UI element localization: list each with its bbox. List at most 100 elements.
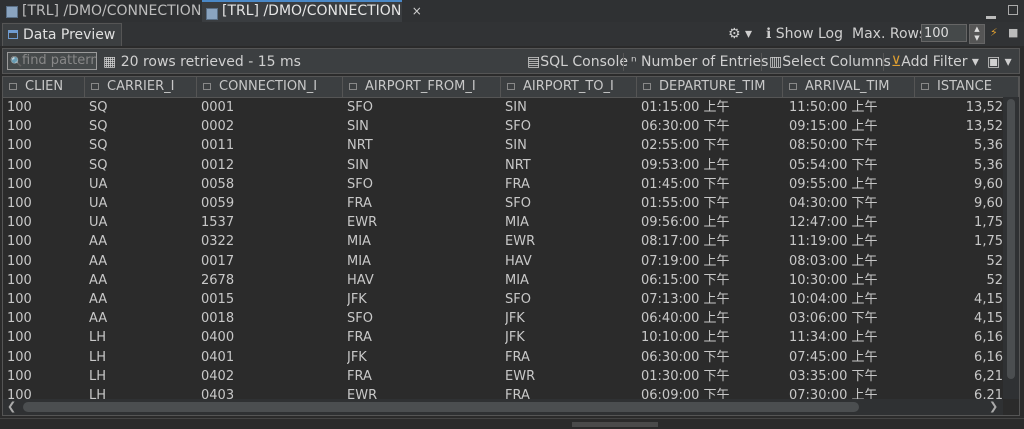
- table-cell[interactable]: 100: [7, 98, 77, 118]
- table-cell[interactable]: 100: [7, 213, 77, 233]
- table-cell[interactable]: 09:53:00 上午: [641, 156, 781, 176]
- table-cell[interactable]: 01:30:00 下午: [641, 367, 781, 387]
- table-cell[interactable]: LH: [89, 328, 189, 348]
- table-cell[interactable]: SQ: [89, 136, 189, 156]
- table-cell[interactable]: 11:50:00 上午: [789, 98, 909, 118]
- table-cell[interactable]: UA: [89, 194, 189, 214]
- table-cell[interactable]: EWR: [505, 367, 635, 387]
- table-cell[interactable]: 11:34:00 上午: [789, 328, 909, 348]
- table-cell[interactable]: 08:17:00 上午: [641, 232, 781, 252]
- column-header[interactable]: ARRIVAL_TIM: [783, 77, 915, 97]
- table-cell[interactable]: 04:30:00 下午: [789, 194, 909, 214]
- table-row[interactable]: 100 LH 0402 FRA EWR 01:30:00 下午 03:35:00 下午 6,2…: [3, 367, 1019, 387]
- table-cell[interactable]: 0017: [201, 252, 341, 272]
- table-row[interactable]: 100 SQ 0001 SFO SIN 01:15:00 上午 11:50:00 上午 13,…: [3, 98, 1019, 118]
- table-cell[interactable]: SQ: [89, 98, 189, 118]
- table-cell[interactable]: 0012: [201, 156, 341, 176]
- table-cell[interactable]: 100: [7, 194, 77, 214]
- table-cell[interactable]: 0059: [201, 194, 341, 214]
- refresh-icon[interactable]: ⚡: [990, 27, 1002, 39]
- table-cell[interactable]: 10:04:00 上午: [789, 290, 909, 310]
- table-row[interactable]: 100 LH 0401 JFK FRA 06:30:00 下午 07:45:00 上午 6,1…: [3, 348, 1019, 368]
- table-cell[interactable]: SFO: [347, 309, 497, 329]
- table-cell[interactable]: SFO: [505, 117, 635, 137]
- table-cell[interactable]: 10:10:00 上午: [641, 328, 781, 348]
- table-cell[interactable]: 09:55:00 上午: [789, 175, 909, 195]
- table-cell[interactable]: 100: [7, 328, 77, 348]
- table-cell[interactable]: 1,75: [915, 213, 1003, 233]
- table-cell[interactable]: FRA: [347, 328, 497, 348]
- table-cell[interactable]: 100: [7, 232, 77, 252]
- table-cell[interactable]: 12:47:00 上午: [789, 213, 909, 233]
- table-cell[interactable]: AA: [89, 271, 189, 291]
- table-cell[interactable]: 06:40:00 上午: [641, 309, 781, 329]
- table-cell[interactable]: 0018: [201, 309, 341, 329]
- scroll-left-icon[interactable]: ❮: [7, 399, 16, 415]
- table-cell[interactable]: 06:30:00 下午: [641, 348, 781, 368]
- table-cell[interactable]: 08:50:00 下午: [789, 136, 909, 156]
- table-cell[interactable]: HAV: [347, 271, 497, 291]
- table-cell[interactable]: 9,60: [915, 194, 1003, 214]
- table-cell[interactable]: EWR: [347, 213, 497, 233]
- find-pattern-input[interactable]: 🔍 find pattern: [7, 52, 97, 70]
- max-rows-spinner[interactable]: ▲ ▼: [969, 24, 985, 44]
- column-header[interactable]: CARRIER_I: [85, 77, 197, 97]
- table-cell[interactable]: 100: [7, 136, 77, 156]
- table-cell[interactable]: 100: [7, 175, 77, 195]
- table-cell[interactable]: SIN: [505, 98, 635, 118]
- horizontal-scrollbar[interactable]: ❮ ❯: [3, 399, 1003, 415]
- table-cell[interactable]: 100: [7, 290, 77, 310]
- max-rows-input[interactable]: 100: [921, 24, 967, 42]
- table-cell[interactable]: SQ: [89, 117, 189, 137]
- table-cell[interactable]: 13,52: [915, 98, 1003, 118]
- table-cell[interactable]: 100: [7, 252, 77, 272]
- table-cell[interactable]: SFO: [505, 194, 635, 214]
- stop-icon[interactable]: ■: [1008, 27, 1020, 39]
- table-cell[interactable]: MIA: [505, 213, 635, 233]
- table-cell[interactable]: LH: [89, 367, 189, 387]
- table-cell[interactable]: 100: [7, 156, 77, 176]
- table-cell[interactable]: JFK: [505, 309, 635, 329]
- table-cell[interactable]: 10:30:00 上午: [789, 271, 909, 291]
- table-cell[interactable]: AA: [89, 290, 189, 310]
- table-row[interactable]: 100 UA 0059 FRA SFO 01:55:00 下午 04:30:00 下午 9,6…: [3, 194, 1019, 214]
- table-row[interactable]: 100 UA 1537 EWR MIA 09:56:00 上午 12:47:00 上午 1,7…: [3, 213, 1019, 233]
- data-preview-tab[interactable]: Data Preview: [2, 23, 123, 46]
- table-row[interactable]: 100 AA 0015 JFK SFO 07:13:00 上午 10:04:00 上午 4,1…: [3, 290, 1019, 310]
- table-cell[interactable]: NRT: [505, 156, 635, 176]
- table-cell[interactable]: 01:15:00 上午: [641, 98, 781, 118]
- table-cell[interactable]: 11:19:00 上午: [789, 232, 909, 252]
- table-cell[interactable]: 09:56:00 上午: [641, 213, 781, 233]
- table-cell[interactable]: EWR: [505, 232, 635, 252]
- settings-dropdown-icon[interactable]: ⚙ ▾: [728, 24, 752, 44]
- vertical-scroll-thumb[interactable]: [1007, 99, 1015, 379]
- table-cell[interactable]: 0011: [201, 136, 341, 156]
- table-cell[interactable]: AA: [89, 252, 189, 272]
- table-cell[interactable]: AA: [89, 232, 189, 252]
- close-icon[interactable]: ×: [412, 4, 422, 18]
- table-row[interactable]: 100 SQ 0002 SIN SFO 06:30:00 下午 09:15:00 上午 13,…: [3, 117, 1019, 137]
- column-header[interactable]: CONNECTION_I: [197, 77, 343, 97]
- table-cell[interactable]: 05:54:00 下午: [789, 156, 909, 176]
- table-cell[interactable]: SQ: [89, 156, 189, 176]
- table-cell[interactable]: 100: [7, 367, 77, 387]
- table-row[interactable]: 100 AA 0018 SFO JFK 06:40:00 上午 03:06:00 下午 4,1…: [3, 309, 1019, 329]
- table-row[interactable]: 100 AA 0017 MIA HAV 07:19:00 上午 08:03:00 上午 52: [3, 252, 1019, 272]
- table-row[interactable]: 100 LH 0400 FRA JFK 10:10:00 上午 11:34:00 上午 6,1…: [3, 328, 1019, 348]
- table-cell[interactable]: NRT: [347, 136, 497, 156]
- table-cell[interactable]: 0002: [201, 117, 341, 137]
- table-cell[interactable]: 100: [7, 117, 77, 137]
- table-cell[interactable]: SFO: [347, 175, 497, 195]
- table-cell[interactable]: 07:45:00 上午: [789, 348, 909, 368]
- table-cell[interactable]: LH: [89, 348, 189, 368]
- table-cell[interactable]: 100: [7, 271, 77, 291]
- table-cell[interactable]: 03:06:00 下午: [789, 309, 909, 329]
- table-cell[interactable]: 1,75: [915, 232, 1003, 252]
- number-of-entries-button[interactable]: ⁿ Number of Entries: [631, 52, 768, 72]
- table-cell[interactable]: 6,16: [915, 348, 1003, 368]
- show-log-button[interactable]: ℹ Show Log: [766, 24, 843, 44]
- table-cell[interactable]: 52: [915, 271, 1003, 291]
- column-header[interactable]: CLIEN: [3, 77, 85, 97]
- table-cell[interactable]: SIN: [505, 136, 635, 156]
- table-cell[interactable]: 09:15:00 上午: [789, 117, 909, 137]
